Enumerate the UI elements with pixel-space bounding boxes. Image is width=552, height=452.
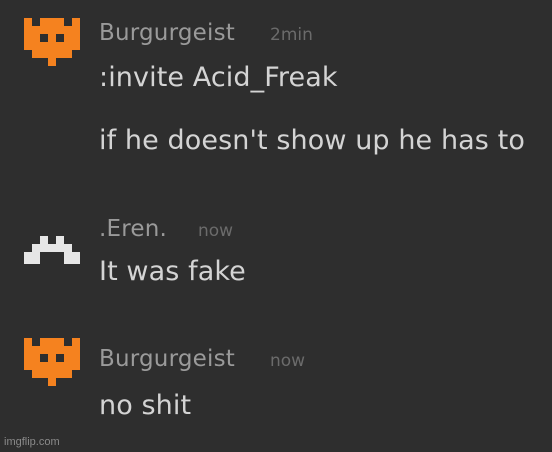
message-text: It was fake bbox=[99, 256, 246, 287]
username[interactable]: .Eren. bbox=[99, 216, 167, 242]
orange-pixel-crown-icon[interactable] bbox=[22, 18, 82, 70]
timestamp: now bbox=[270, 351, 306, 371]
username[interactable]: Burgurgeist bbox=[99, 346, 235, 372]
message-text: :invite Acid_Freak bbox=[99, 62, 338, 93]
message-text: if he doesn't show up he has to bbox=[99, 125, 525, 156]
watermark: imgflip.com bbox=[4, 436, 60, 448]
orange-pixel-crown-icon[interactable] bbox=[22, 338, 82, 390]
message-text: no shit bbox=[99, 390, 192, 421]
timestamp: now bbox=[198, 221, 234, 241]
username[interactable]: Burgurgeist bbox=[99, 20, 235, 46]
white-pixel-avatar-icon[interactable] bbox=[22, 236, 82, 266]
timestamp: 2min bbox=[270, 25, 313, 45]
